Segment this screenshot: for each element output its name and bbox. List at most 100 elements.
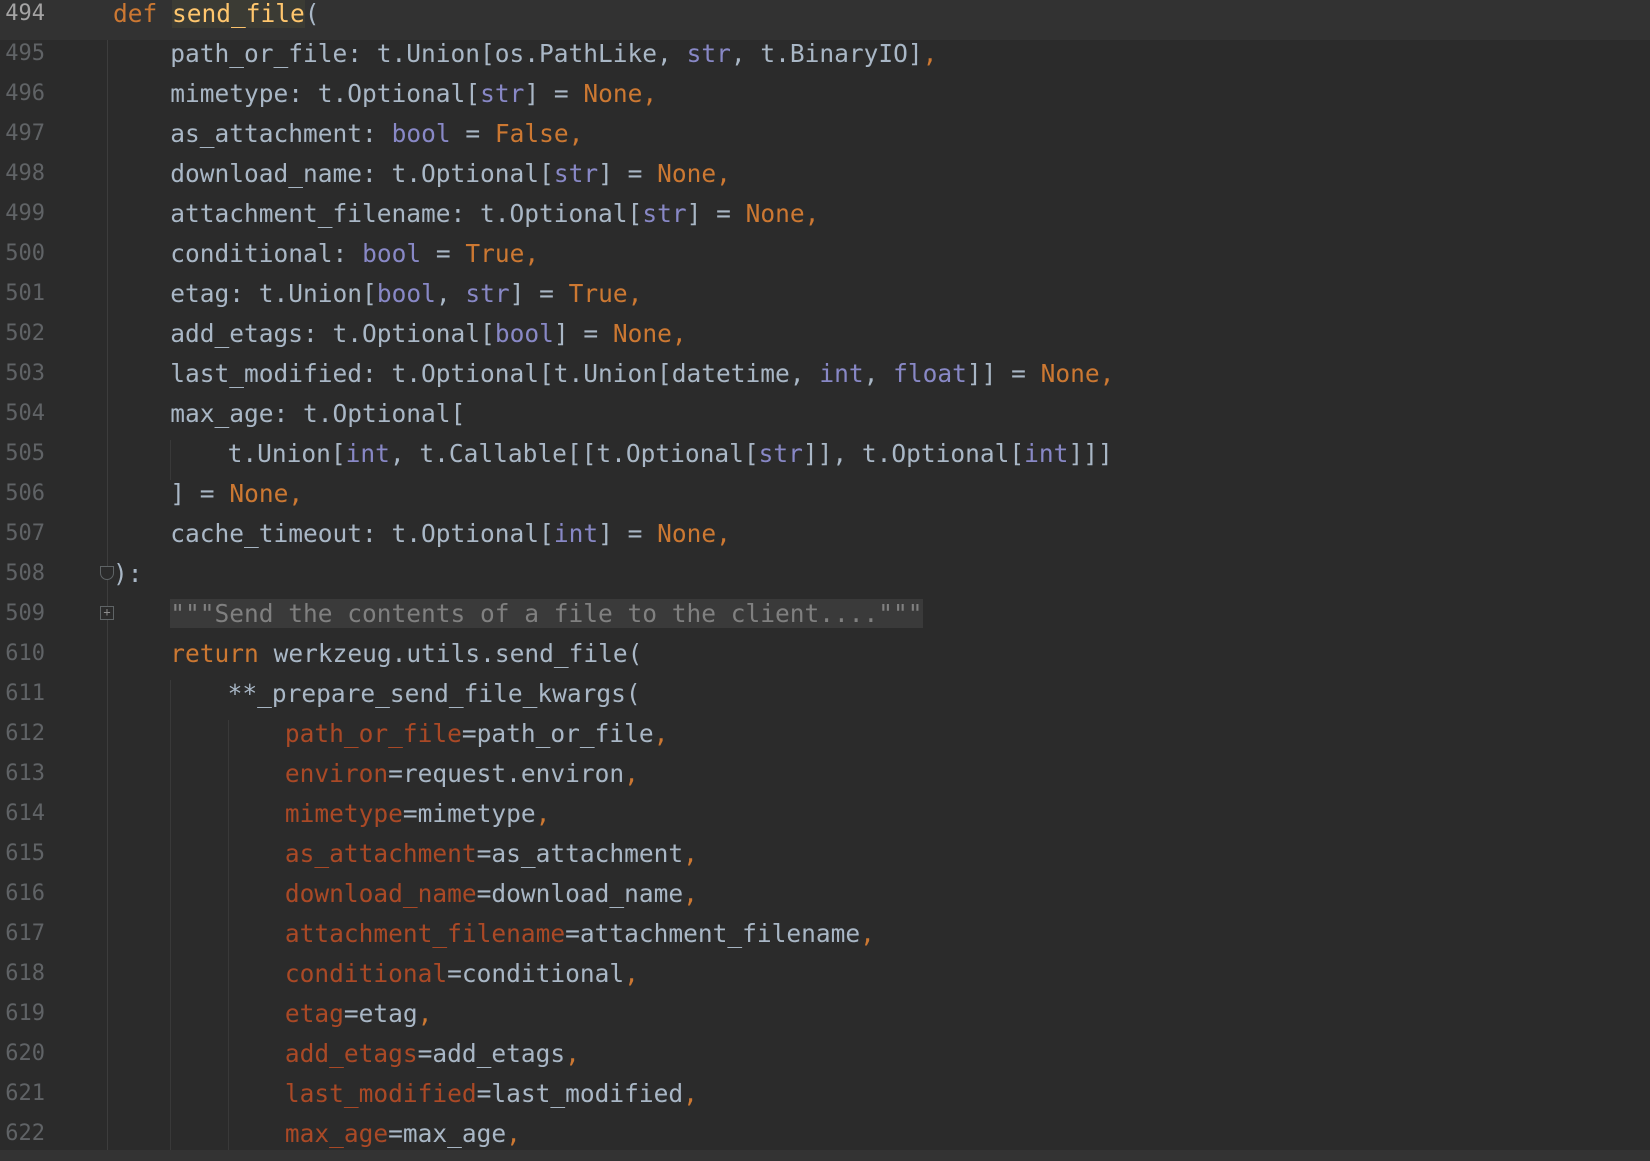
code-line[interactable]: 503 last_modified: t.Optional[t.Union[dat… xyxy=(0,360,1650,400)
indent-guide xyxy=(227,960,229,1000)
code-line[interactable]: 505 t.Union[int, t.Callable[[t.Optional[s… xyxy=(0,440,1650,480)
line-number: 504 xyxy=(5,401,45,426)
code-line[interactable]: 509 + """Send the contents of a file to th… xyxy=(0,599,1650,640)
line-number: 617 xyxy=(5,921,45,946)
token-plain: ] = xyxy=(524,79,584,108)
line-number: 498 xyxy=(5,161,45,186)
line-number: 612 xyxy=(5,721,45,746)
fold-end-icon[interactable] xyxy=(100,566,114,580)
line-number: 495 xyxy=(5,41,45,66)
line-number: 615 xyxy=(5,841,45,866)
token-punct: , xyxy=(568,119,584,148)
token-plain: download_name: t.Optional[ xyxy=(170,159,554,188)
code-line[interactable]: 612 path_or_file=path_or_file, xyxy=(0,720,1650,760)
code-line[interactable]: 498 download_name: t.Optional[str] = None… xyxy=(0,160,1650,200)
code-line[interactable]: 508): xyxy=(0,560,1650,600)
token-kwarg: last_modified xyxy=(284,1079,477,1108)
indent-guide xyxy=(227,720,229,760)
token-kwarg: environ xyxy=(284,759,389,788)
code-line[interactable]: 619 etag=etag, xyxy=(0,1000,1650,1040)
token-punct: , xyxy=(627,279,643,308)
code-line[interactable]: 507 cache_timeout: t.Optional[int] = None… xyxy=(0,520,1650,560)
code-text: def send_file( xyxy=(113,0,320,28)
code-line[interactable]: 497 as_attachment: bool = False, xyxy=(0,120,1650,160)
token-plain: ): xyxy=(113,559,143,588)
code-line[interactable]: 494 def send_file( xyxy=(0,0,1650,40)
code-text: ] = None, xyxy=(170,480,303,508)
token-plain: = xyxy=(450,119,495,148)
token-plain: =max_age xyxy=(388,1119,507,1148)
indent-guide xyxy=(227,1000,229,1040)
token-plain: =path_or_file xyxy=(461,719,654,748)
code-line[interactable]: 500 conditional: bool = True, xyxy=(0,240,1650,280)
code-line[interactable]: 620 add_etags=add_etags, xyxy=(0,1040,1650,1080)
token-plain: , xyxy=(863,359,894,388)
horizontal-scrollbar[interactable] xyxy=(0,1150,1650,1161)
token-const: False xyxy=(494,119,569,148)
token-const: True xyxy=(568,279,628,308)
code-text: max_age: t.Optional[ xyxy=(170,400,465,428)
line-number: 622 xyxy=(5,1121,45,1146)
token-kwarg: add_etags xyxy=(284,1039,418,1068)
token-plain: ] = xyxy=(598,519,658,548)
indent-guide xyxy=(170,680,172,720)
code-text: mimetype: t.Optional[str] = None, xyxy=(170,80,657,108)
token-plain: , t.BinaryIO] xyxy=(730,39,923,68)
indent-guide xyxy=(170,1080,172,1120)
token-plain: add_etags: t.Optional[ xyxy=(170,319,495,348)
token-builtin: str xyxy=(686,39,731,68)
code-line[interactable]: 611 **_prepare_send_file_kwargs( xyxy=(0,680,1650,720)
code-editor[interactable]: 494 def send_file(495 path_or_file: t.Unio… xyxy=(0,0,1650,1161)
indent-guide xyxy=(170,720,172,760)
indent-guide xyxy=(227,760,229,800)
token-builtin: float xyxy=(893,359,967,388)
token-plain: , t.Callable[[t.Optional[ xyxy=(389,439,759,468)
token-plain: ] = xyxy=(170,479,230,508)
code-line[interactable]: 615 as_attachment=as_attachment, xyxy=(0,840,1650,880)
code-line[interactable]: 501 etag: t.Union[bool, str] = True, xyxy=(0,280,1650,320)
token-kwarg: conditional xyxy=(284,959,448,988)
token-kwarg: mimetype xyxy=(284,799,403,828)
code-line[interactable]: 617 attachment_filename=attachment_filena… xyxy=(0,920,1650,960)
token-punct: , xyxy=(860,919,875,948)
token-kwarg: download_name xyxy=(284,879,477,908)
line-number: 620 xyxy=(5,1041,45,1066)
token-builtin: str xyxy=(480,79,525,108)
token-plain: t.Union[ xyxy=(227,439,346,468)
code-line[interactable]: 502 add_etags: t.Optional[bool] = None, xyxy=(0,320,1650,360)
code-line[interactable]: 614 mimetype=mimetype, xyxy=(0,800,1650,840)
indent-guide xyxy=(227,840,229,880)
code-line[interactable]: 613 environ=request.environ, xyxy=(0,760,1650,800)
code-line[interactable]: 504 max_age: t.Optional[ xyxy=(0,400,1650,440)
token-punct: , xyxy=(565,1039,580,1068)
code-text: ): xyxy=(113,560,143,588)
code-text: return werkzeug.utils.send_file( xyxy=(170,640,642,668)
indent-guide xyxy=(227,800,229,840)
token-const: None xyxy=(612,319,672,348)
code-text: attachment_filename: t.Optional[str] = N… xyxy=(170,200,819,228)
code-line[interactable]: 499 attachment_filename: t.Optional[str] … xyxy=(0,200,1650,240)
code-line[interactable]: 495 path_or_file: t.Union[os.PathLike, st… xyxy=(0,40,1650,80)
fold-expand-icon[interactable]: + xyxy=(100,606,114,620)
token-punct: , xyxy=(683,839,698,868)
token-plain: path_or_file: t.Union[os.PathLike, xyxy=(170,39,687,68)
token-punct: , xyxy=(716,519,731,548)
code-line[interactable]: 610 return werkzeug.utils.send_file( xyxy=(0,640,1650,680)
indent-guide xyxy=(170,1040,172,1080)
code-text: **_prepare_send_file_kwargs( xyxy=(228,680,641,708)
token-kwarg: path_or_file xyxy=(284,719,462,748)
indent-guide xyxy=(170,760,172,800)
code-line[interactable]: 506] = None, xyxy=(0,480,1650,520)
token-builtin: bool xyxy=(494,319,554,348)
code-line[interactable]: 616 download_name=download_name, xyxy=(0,880,1650,920)
indent-guide xyxy=(170,840,172,880)
line-number: 497 xyxy=(5,121,45,146)
token-builtin: int xyxy=(819,359,864,388)
code-line[interactable]: 621 last_modified=last_modified, xyxy=(0,1080,1650,1120)
token-plain: =download_name xyxy=(476,879,684,908)
code-text: etag=etag, xyxy=(285,1000,433,1028)
indent-guide xyxy=(227,880,229,920)
code-line[interactable]: 618 conditional=conditional, xyxy=(0,960,1650,1000)
token-builtin: bool xyxy=(391,119,451,148)
code-line[interactable]: 496 mimetype: t.Optional[str] = None, xyxy=(0,80,1650,120)
